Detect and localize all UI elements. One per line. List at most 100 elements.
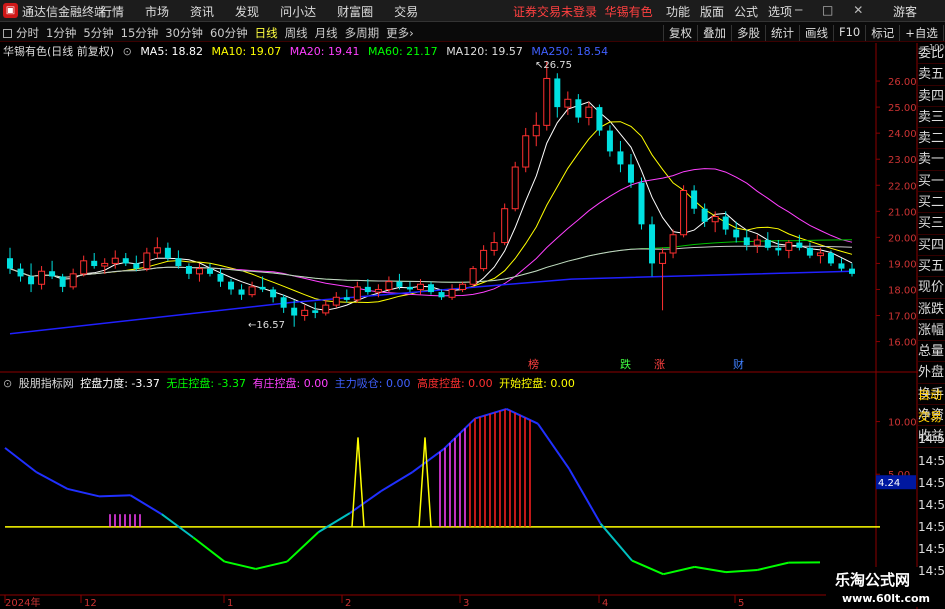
ind-value-start-control: 开始控盘: 0.00 (499, 377, 575, 390)
watermark-title: 乐淘公式网 (835, 571, 910, 589)
trade-time-label: 14:5 (918, 498, 945, 512)
quote-field-label: 买四 (918, 235, 945, 256)
event-mark: 财 (733, 357, 744, 371)
candle-body-down (838, 263, 845, 269)
candle-body-down (606, 130, 613, 152)
candle-body-down (206, 268, 213, 274)
candle-body-down (827, 253, 834, 264)
indicator-plot (4, 407, 880, 576)
ind-value-accumulate: 主力吸仓: 0.00 (334, 377, 411, 390)
price-tick-label: 17.00 (888, 312, 917, 323)
indicator-segment (192, 536, 226, 563)
quote-field-label: 买五 (918, 256, 945, 278)
candle-body-down (364, 286, 371, 293)
candle-body-down (796, 242, 803, 248)
indicator-segment (99, 494, 131, 498)
auto-trade-label[interactable]: 自动 (918, 384, 945, 406)
event-mark: 涨 (654, 358, 665, 371)
ind-value-no-dealer: 无庄控盘: -3.37 (166, 377, 247, 390)
high-price-label: ↖26.75 (535, 60, 572, 71)
price-tick-label: 24.00 (888, 129, 917, 140)
indicator-segment (631, 559, 664, 576)
candle-body-down (554, 78, 561, 108)
candle-body-up (532, 124, 540, 137)
candle-body-up (816, 252, 824, 257)
indicator-segment (380, 471, 414, 492)
date-label: 2024年 (5, 596, 40, 609)
event-mark: 榜 (528, 357, 539, 371)
candle-body-up (490, 242, 498, 251)
date-axis: 2024年 12 1 2 3 4 5 (4, 595, 744, 609)
price-tick-label: 19.00 (888, 259, 917, 270)
event-marks: 榜跌涨财 (528, 357, 744, 371)
low-price-label: ←16.57 (248, 320, 285, 331)
candle-body-down (7, 258, 13, 269)
candle-body-up (143, 252, 151, 270)
ma60-label: MA60: 21.17 (367, 45, 438, 58)
current-value-label: 4.24 (878, 478, 900, 489)
indicator-axis: 10.005.004.24 (876, 418, 917, 490)
candle-body-down (270, 289, 277, 298)
quote-field-label: 涨跌 (918, 299, 945, 320)
candle-body-up (248, 286, 256, 296)
start-control-spike (351, 437, 365, 527)
indicator-segment (694, 565, 727, 574)
chart-canvas[interactable]: 26.00 25.00 24.00 23.00 22.00 21.00 20.00 19.00… (0, 0, 945, 609)
stock-title[interactable]: 华锡有色(日线 前复权) (3, 45, 114, 58)
settings-icon[interactable]: ⊙ (3, 377, 12, 390)
ma250-line (9, 270, 853, 335)
indicator-segment (537, 423, 571, 470)
quote-field-label: 外盘 (918, 362, 945, 384)
candle-body-up (332, 296, 340, 306)
candle-body-down (575, 99, 582, 118)
candle-body-up (353, 286, 361, 301)
candle-body-up (680, 189, 688, 236)
candle-body-up (543, 77, 551, 126)
watermark-url: www.60lt.com (842, 592, 930, 605)
candle-body-down (764, 239, 771, 248)
auto-trade-label[interactable]: 交易 (918, 406, 945, 428)
candle-body-down (396, 281, 403, 287)
ma5-line (9, 101, 853, 311)
price-tick-label: 22.00 (888, 181, 917, 192)
quote-field-label: 涨幅 (918, 320, 945, 342)
candle-body-down (28, 276, 35, 285)
candle-body-down (638, 182, 645, 225)
quote-field-label: 总量 (918, 341, 945, 363)
candle-body-down (343, 297, 350, 300)
candle-body-down (722, 216, 729, 230)
indicator-segment (286, 531, 320, 563)
candle-body-down (59, 276, 66, 287)
candle-body-down (701, 208, 708, 222)
candle-body-up (322, 304, 330, 314)
candle-body-down (133, 263, 140, 269)
quote-field-label: 买三 (918, 213, 945, 235)
indicator-segment (35, 471, 69, 490)
candle-body-up (785, 242, 793, 251)
price-tick-label: 26.00 (888, 77, 917, 88)
candle-body-down (733, 229, 740, 238)
candle-body-up (564, 98, 572, 108)
candle-body-up (385, 281, 393, 290)
candle-body-up (38, 270, 46, 285)
trade-time-label: 14:5 (918, 432, 945, 446)
indicator-header: ⊙ 股朋指标网 控盘力度: -3.37 无庄控盘: -3.37 有庄控盘: 0.… (3, 375, 578, 391)
settings-icon[interactable]: ⊙ (123, 45, 132, 58)
candle-body-down (291, 307, 298, 316)
candle-body-down (438, 292, 445, 298)
chart-header: 华锡有色(日线 前复权) ⊙ MA5: 18.82 MA10: 19.07 MA… (3, 43, 613, 59)
candle-body-up (69, 273, 77, 288)
candle-body-up (469, 268, 477, 285)
candle-body-up (374, 288, 382, 293)
indicator-name[interactable]: 股朋指标网 (19, 377, 74, 390)
candle-body-down (596, 107, 603, 131)
indicator-segment (4, 447, 37, 473)
price-tick-label: 23.00 (888, 155, 917, 166)
candle-body-down (49, 271, 56, 277)
candle-body-up (480, 249, 488, 270)
candle-body-down (617, 151, 624, 165)
candle-body-down (775, 247, 782, 251)
candle-body-down (743, 237, 750, 246)
price-tick-label: 25.00 (888, 103, 917, 114)
candle-body-down (691, 190, 698, 209)
